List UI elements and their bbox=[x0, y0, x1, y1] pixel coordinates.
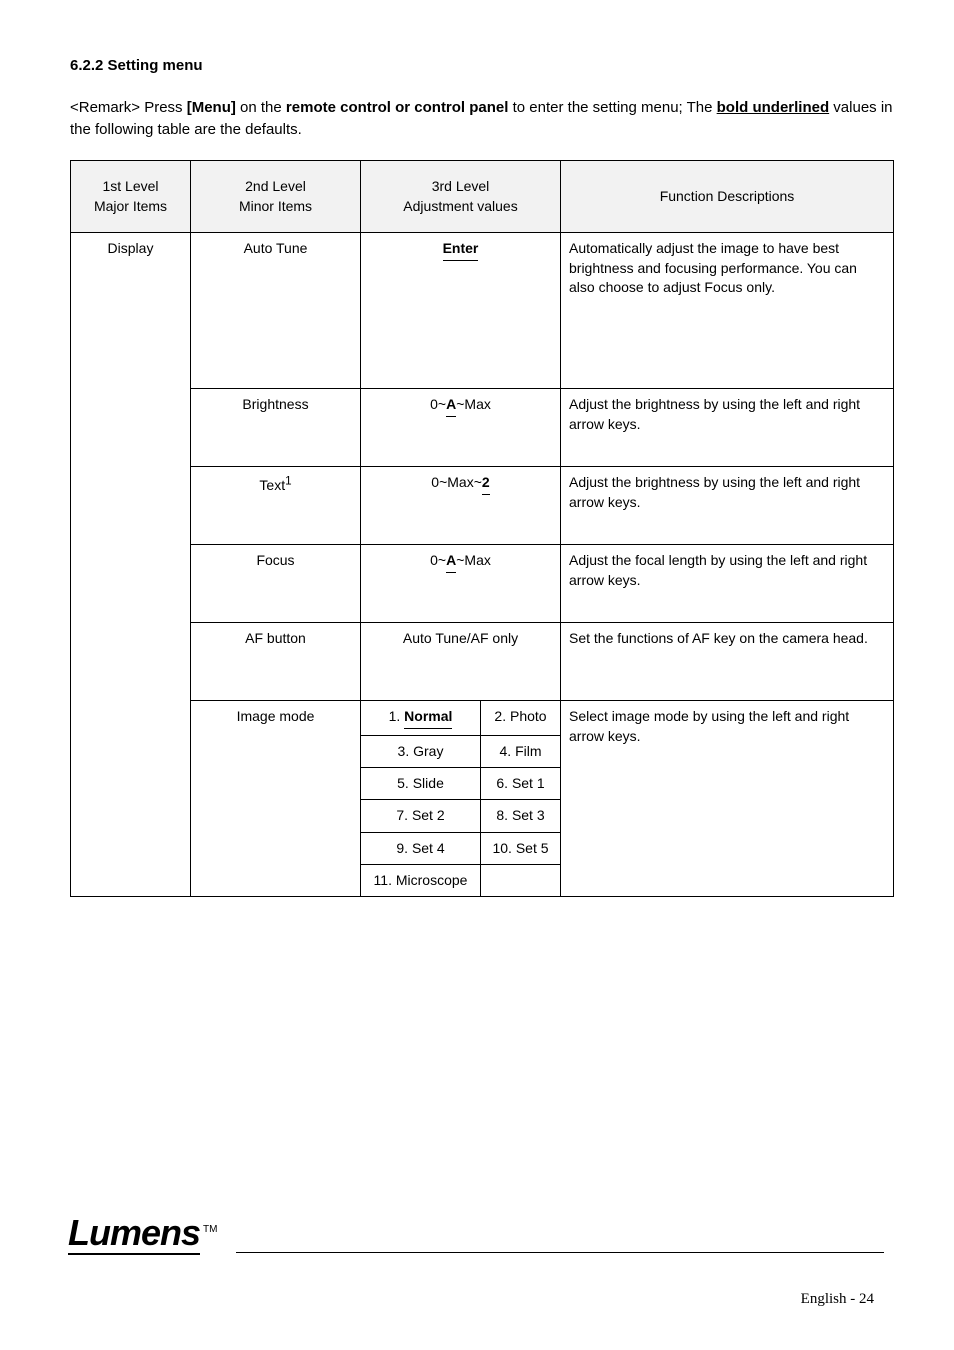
level3-cell: Enter bbox=[361, 233, 561, 389]
desc-cell: Adjust the brightness by using the left … bbox=[561, 389, 894, 467]
level3-option: 5. Slide bbox=[361, 767, 481, 799]
level3-option: 10. Set 5 bbox=[481, 832, 561, 864]
section-heading: 6.2.2 Setting menu bbox=[70, 55, 894, 77]
level3-cell: 0~A~Max bbox=[361, 389, 561, 467]
level2-cell: Image mode bbox=[191, 701, 361, 897]
intro-remark: <Remark> Press [Menu] on the remote cont… bbox=[70, 97, 894, 141]
table-row: DisplayAuto TuneEnterAutomatically adjus… bbox=[71, 233, 894, 389]
table-header-row: 1st LevelMajor Items 2nd LevelMinor Item… bbox=[71, 161, 894, 233]
page-number: English - 24 bbox=[801, 1291, 874, 1308]
level3-option: 4. Film bbox=[481, 735, 561, 767]
level2-cell: Brightness bbox=[191, 389, 361, 467]
desc-cell: Adjust the brightness by using the left … bbox=[561, 467, 894, 545]
level3-cell: 0~A~Max bbox=[361, 545, 561, 623]
level2-cell: AF button bbox=[191, 623, 361, 701]
intro-text: 6.2.2 Setting menu <Remark> Press [Menu]… bbox=[70, 55, 894, 140]
desc-cell: Set the functions of AF key on the camer… bbox=[561, 623, 894, 701]
level3-option: 2. Photo bbox=[481, 701, 561, 735]
level2-cell: Text1 bbox=[191, 467, 361, 545]
level2-cell: Auto Tune bbox=[191, 233, 361, 389]
header-desc: Function Descriptions bbox=[561, 161, 894, 233]
level3-cell: 0~Max~2 bbox=[361, 467, 561, 545]
level3-option bbox=[481, 864, 561, 896]
header-level3: 3rd LevelAdjustment values bbox=[361, 161, 561, 233]
level3-cell: Auto Tune/AF only bbox=[361, 623, 561, 701]
level3-option: 6. Set 1 bbox=[481, 767, 561, 799]
table-row: Text10~Max~2Adjust the brightness by usi… bbox=[71, 467, 894, 545]
desc-cell: Adjust the focal length by using the lef… bbox=[561, 545, 894, 623]
table-row: Focus0~A~MaxAdjust the focal length by u… bbox=[71, 545, 894, 623]
level3-option: 7. Set 2 bbox=[361, 800, 481, 832]
level2-cell: Focus bbox=[191, 545, 361, 623]
level3-option: 3. Gray bbox=[361, 735, 481, 767]
brand-logo: Lumens TM bbox=[68, 1215, 217, 1255]
level1-cell: Display bbox=[71, 233, 191, 897]
level3-option: 8. Set 3 bbox=[481, 800, 561, 832]
desc-cell: Select image mode by using the left and … bbox=[561, 701, 894, 897]
header-level2: 2nd LevelMinor Items bbox=[191, 161, 361, 233]
table-row: Brightness0~A~MaxAdjust the brightness b… bbox=[71, 389, 894, 467]
level3-option: 11. Microscope bbox=[361, 864, 481, 896]
footer-rule bbox=[236, 1252, 884, 1253]
brand-logo-text: Lumens bbox=[68, 1215, 200, 1255]
settings-table: 1st LevelMajor Items 2nd LevelMinor Item… bbox=[70, 160, 894, 897]
level3-option: 1. Normal bbox=[361, 701, 481, 735]
desc-cell: Automatically adjust the image to have b… bbox=[561, 233, 894, 389]
table-row: Image mode1. Normal2. PhotoSelect image … bbox=[71, 701, 894, 735]
brand-trademark: TM bbox=[203, 1224, 217, 1235]
level3-option: 9. Set 4 bbox=[361, 832, 481, 864]
header-level1: 1st LevelMajor Items bbox=[71, 161, 191, 233]
table-row: AF buttonAuto Tune/AF onlySet the functi… bbox=[71, 623, 894, 701]
